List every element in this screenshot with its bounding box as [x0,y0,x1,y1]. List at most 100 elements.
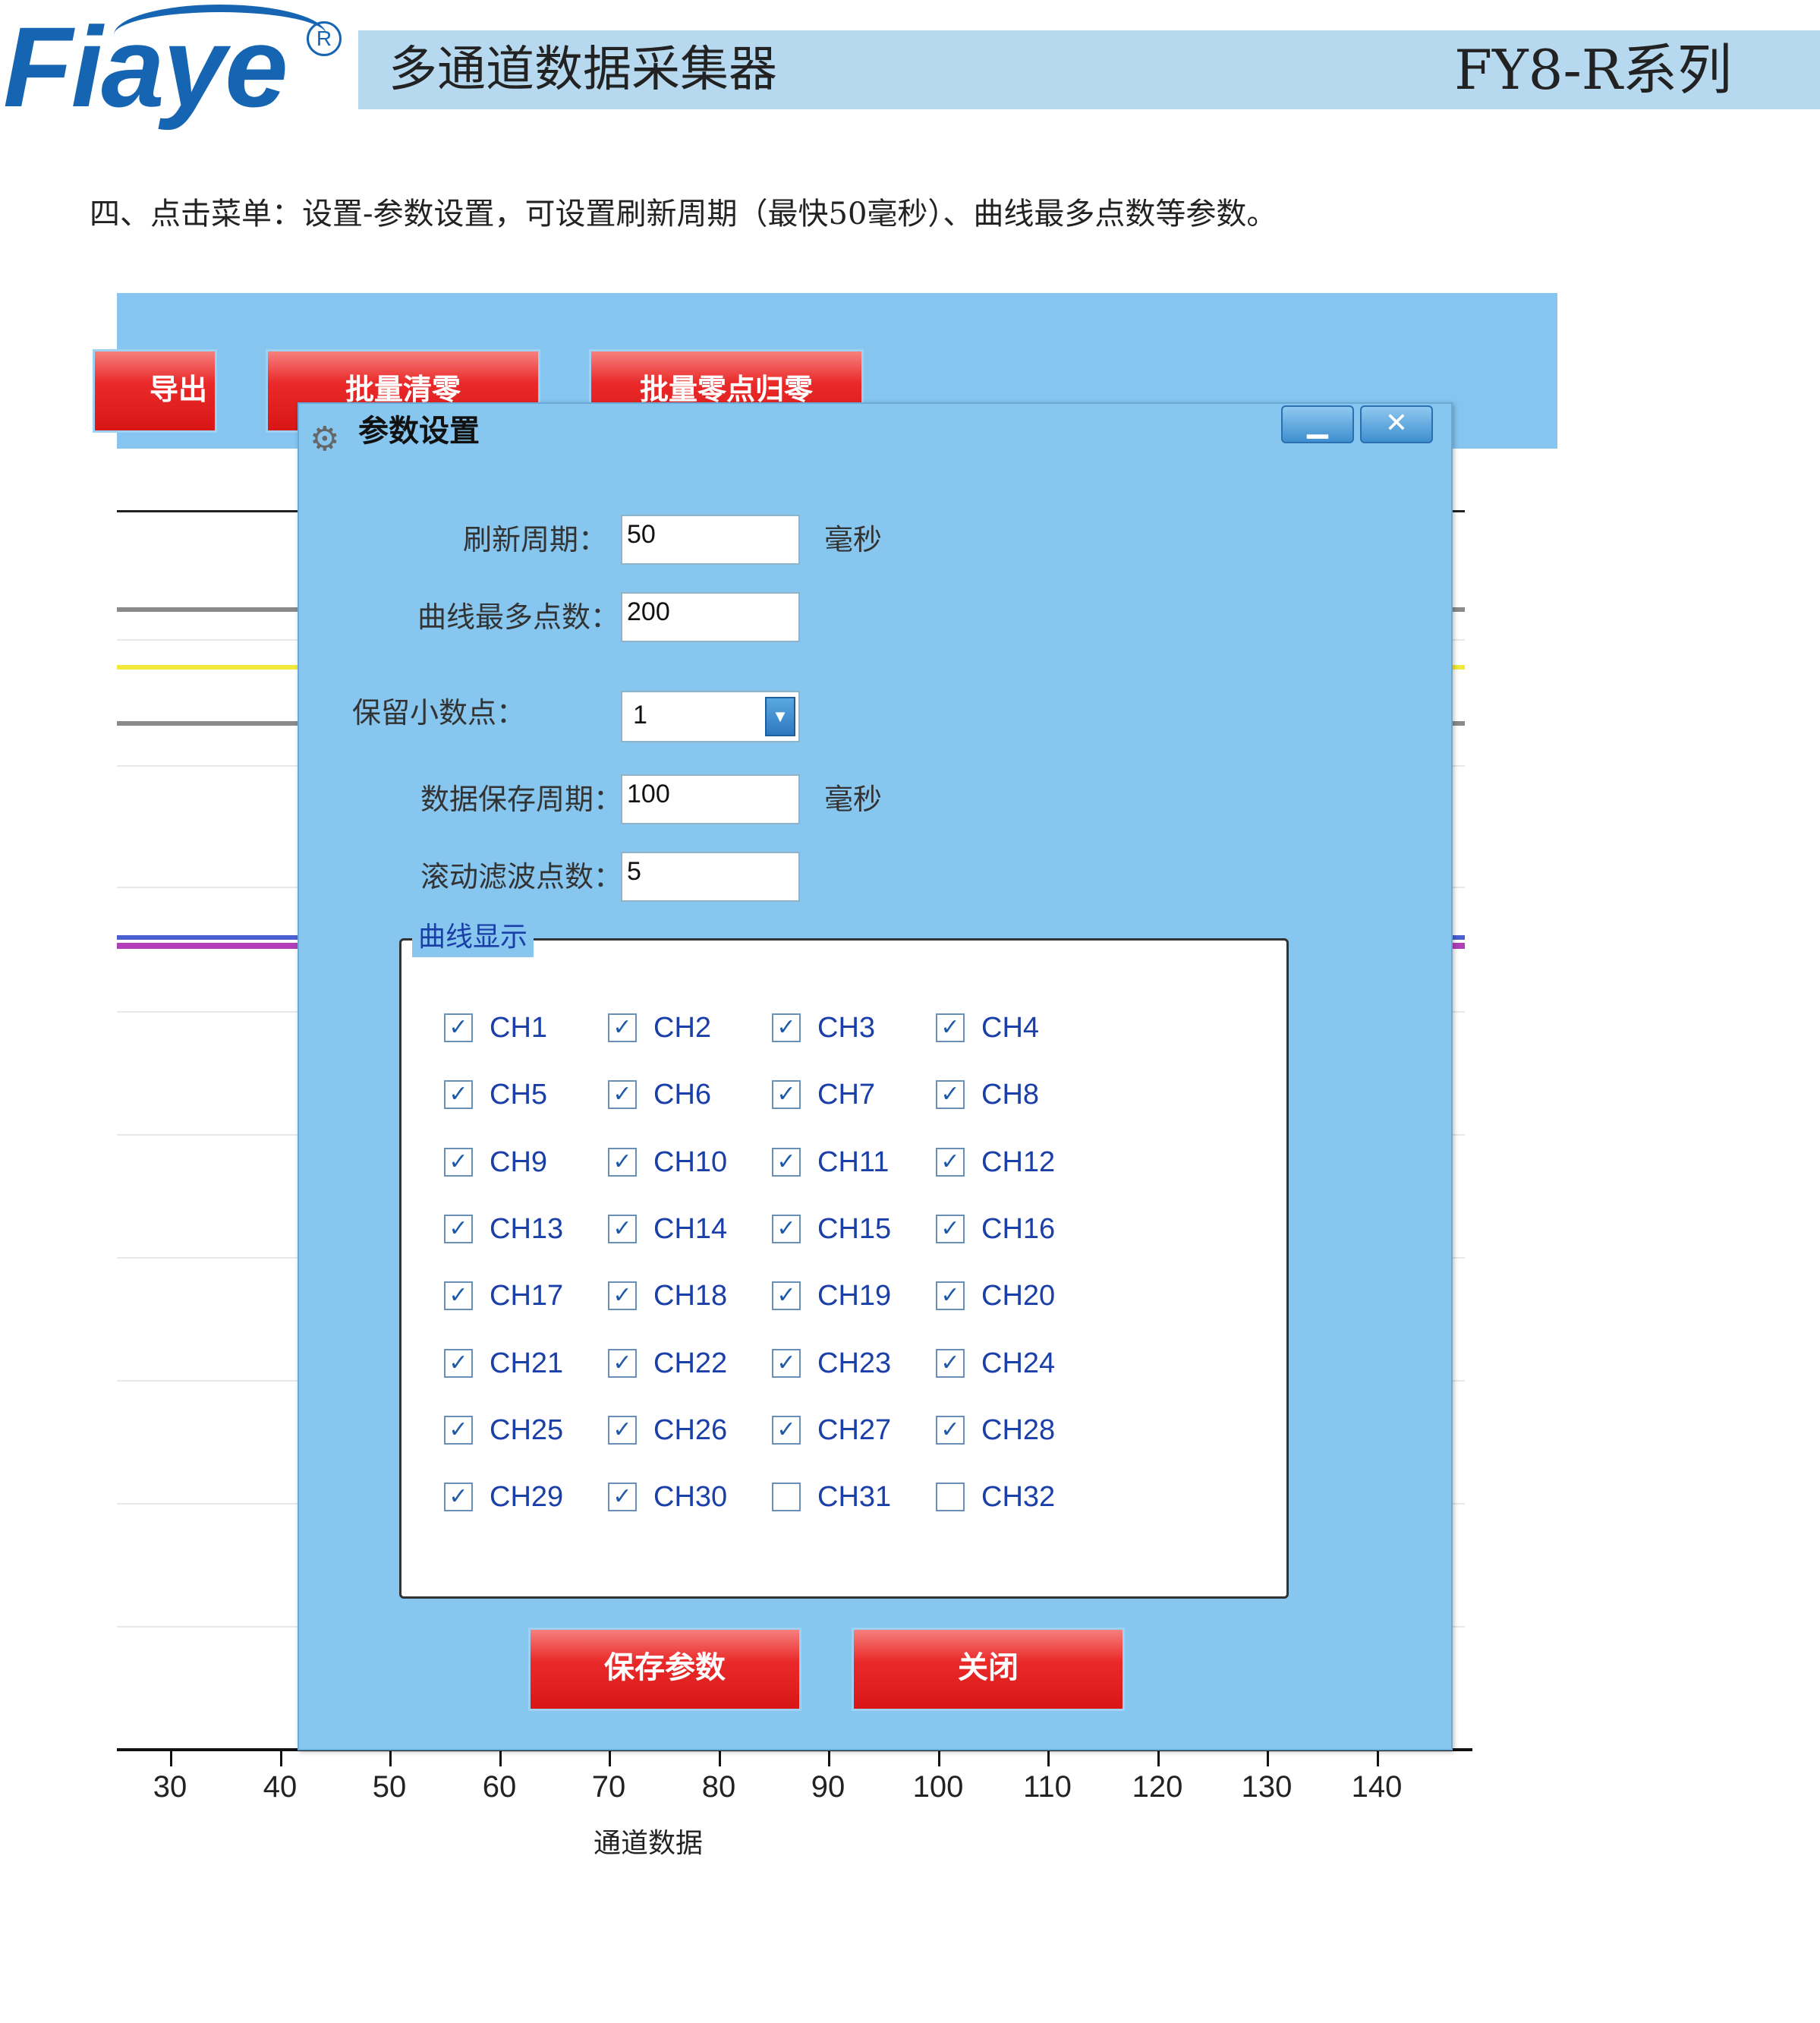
checkbox-checked-icon[interactable]: ✓ [444,1281,473,1310]
save-period-label: 数据保存周期： [420,783,622,816]
checkbox-checked-icon[interactable]: ✓ [772,1013,801,1042]
channel-label: CH11 [817,1146,890,1178]
checkbox-checked-icon[interactable]: ✓ [608,1080,637,1109]
max-points-label: 曲线最多点数： [417,600,619,634]
x-tick-label: 50 [372,1770,407,1804]
channel-label: CH30 [653,1481,728,1513]
dialog-title: 参数设置 [358,414,480,449]
channel-label: CH12 [981,1146,1056,1178]
x-tick-label: 30 [153,1770,187,1804]
channel-label: CH29 [490,1481,564,1513]
checkbox-checked-icon[interactable]: ✓ [444,1013,473,1042]
checkbox-checked-icon[interactable]: ✓ [444,1483,473,1511]
checkbox-checked-icon[interactable]: ✓ [936,1215,965,1243]
close-window-button[interactable]: ✕ [1360,405,1433,443]
checkbox-checked-icon[interactable]: ✓ [772,1148,801,1177]
checkbox-checked-icon[interactable]: ✓ [936,1416,965,1445]
x-tick-label: 130 [1241,1770,1293,1804]
close-button[interactable]: 关闭 [852,1628,1125,1711]
x-tick [1377,1751,1379,1766]
x-tick [1157,1751,1160,1766]
checkbox-checked-icon[interactable]: ✓ [444,1080,473,1109]
checkbox-checked-icon[interactable]: ✓ [608,1281,637,1310]
channel-label: CH24 [981,1347,1056,1379]
checkbox-checked-icon[interactable]: ✓ [444,1215,473,1243]
checkbox-checked-icon[interactable]: ✓ [936,1080,965,1109]
checkbox-checked-icon[interactable]: ✓ [608,1416,637,1445]
channel-label: CH28 [981,1414,1056,1446]
x-tick-label: 70 [591,1770,626,1804]
x-tick [938,1751,940,1766]
brand-logo: Fiaye [3,3,288,131]
curve-display-title: 曲线显示 [412,918,534,957]
channel-label: CH2 [653,1012,712,1044]
checkbox-checked-icon[interactable]: ✓ [444,1416,473,1445]
export-button[interactable]: 导出 [93,349,217,433]
instruction-text: 四、点击菜单：设置-参数设置，可设置刷新周期（最快50毫秒）、曲线最多点数等参数… [90,197,1277,232]
checkbox-checked-icon[interactable]: ✓ [936,1349,965,1378]
channel-label: CH13 [490,1213,564,1245]
checkbox-checked-icon[interactable]: ✓ [772,1416,801,1445]
x-tick-label: 40 [263,1770,298,1804]
checkbox-checked-icon[interactable]: ✓ [608,1215,637,1243]
channel-label: CH26 [653,1414,728,1446]
curve-display-group: 曲线显示 ✓ CH1 ✓ CH2 ✓ CH3 ✓ CH4 ✓ CH5 ✓ CH6 ✓ CH7 ✓ CH8 ✓ CH… [399,918,1289,1599]
x-tick [828,1751,830,1766]
save-params-button-label: 保存参数 [604,1650,726,1685]
rolling-filter-input[interactable]: 5 [621,852,800,902]
checkbox-checked-icon[interactable]: ✓ [772,1215,801,1243]
channel-label: CH17 [490,1280,564,1312]
save-period-unit: 毫秒 [824,783,883,816]
checkbox-checked-icon[interactable]: ✓ [936,1281,965,1310]
channel-label: CH8 [981,1079,1040,1111]
decimal-places-select[interactable]: 1 ▼ [621,691,800,742]
refresh-period-unit: 毫秒 [824,523,883,556]
gear-icon: ⚙ [310,420,340,458]
checkbox-checked-icon[interactable]: ✓ [608,1148,637,1177]
channel-label: CH3 [817,1012,876,1044]
x-tick [280,1751,282,1766]
registered-mark: R [307,21,342,56]
x-tick [499,1751,502,1766]
title-band: 多通道数据采集器 FY8-R系列 [358,30,1820,109]
x-tick-label: 110 [1023,1770,1072,1804]
checkbox-checked-icon[interactable]: ✓ [772,1281,801,1310]
channel-label: CH31 [817,1481,892,1513]
channel-label: CH27 [817,1414,892,1446]
checkbox-checked-icon[interactable]: ✓ [772,1080,801,1109]
x-tick [389,1751,392,1766]
checkbox-checked-icon[interactable]: ✓ [772,1349,801,1378]
x-tick-label: 90 [811,1770,845,1804]
channel-label: CH16 [981,1213,1056,1245]
x-tick-label: 100 [912,1770,964,1804]
minimize-icon: ▁ [1307,408,1328,439]
checkbox-unchecked-icon[interactable] [772,1483,801,1511]
x-tick-label: 120 [1132,1770,1183,1804]
channel-label: CH19 [817,1280,892,1312]
checkbox-unchecked-icon[interactable] [936,1483,965,1511]
minimize-button[interactable]: ▁ [1281,405,1354,443]
x-tick [1267,1751,1269,1766]
save-period-input[interactable]: 100 [621,774,800,824]
channel-label: CH22 [653,1347,728,1379]
parameter-settings-dialog: ⚙ 参数设置 ▁ ✕ 刷新周期： 50 毫秒 曲线最多点数： 200 保留小数点… [298,402,1453,1750]
save-params-button[interactable]: 保存参数 [528,1628,801,1711]
checkbox-checked-icon[interactable]: ✓ [608,1013,637,1042]
channel-label: CH32 [981,1481,1056,1513]
channel-label: CH15 [817,1213,892,1245]
checkbox-checked-icon[interactable]: ✓ [444,1349,473,1378]
channel-label: CH5 [490,1079,548,1111]
checkbox-checked-icon[interactable]: ✓ [936,1013,965,1042]
channel-label: CH18 [653,1280,728,1312]
refresh-period-label: 刷新周期： [462,523,607,556]
checkbox-checked-icon[interactable]: ✓ [608,1349,637,1378]
channel-label: CH6 [653,1079,712,1111]
checkbox-checked-icon[interactable]: ✓ [444,1148,473,1177]
channel-label: CH20 [981,1280,1056,1312]
chevron-down-icon[interactable]: ▼ [765,697,795,736]
channel-label: CH23 [817,1347,892,1379]
checkbox-checked-icon[interactable]: ✓ [608,1483,637,1511]
refresh-period-input[interactable]: 50 [621,515,800,565]
max-points-input[interactable]: 200 [621,592,800,642]
checkbox-checked-icon[interactable]: ✓ [936,1148,965,1177]
